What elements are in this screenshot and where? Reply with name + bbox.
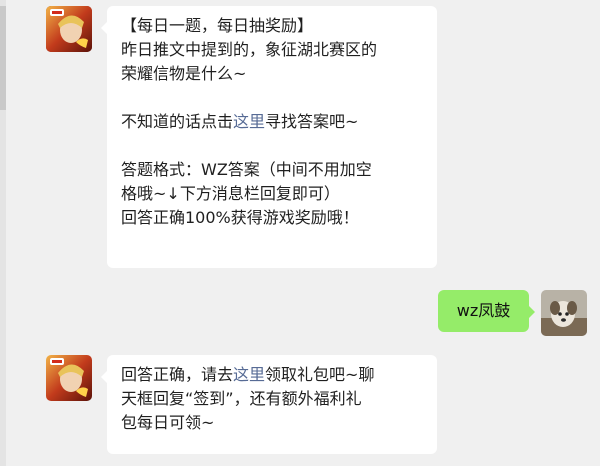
message-line: 格哦~↓下方消息栏回复即可） [121,184,340,203]
message-text: 寻找答案吧~ [265,112,359,131]
message-bubble-question: 【每日一题，每日抽奖励】 昨日推文中提到的，象征湖北赛区的 荣耀信物是什么~ 不… [101,6,437,268]
message-bubble-answer: wz凤鼓 [438,290,535,332]
message-line: 包每日可领~ [121,413,215,432]
message-text: 不知道的话点击 [121,112,234,131]
scrollbar-track[interactable] [0,0,6,466]
message-line-with-link: 回答正确，请去这里领取礼包吧~聊 [121,363,423,387]
message-line: 答题格式：WZ答案（中间不用加空 [121,160,372,179]
here-link[interactable]: 这里 [233,112,265,131]
user-avatar-icon[interactable] [541,290,587,336]
here-link[interactable]: 这里 [233,365,265,384]
message-line-with-link: 不知道的话点击这里寻找答案吧~ [121,110,423,134]
message-line: 昨日推文中提到的，象征湖北赛区的 [121,40,378,59]
message-bubble-reward: 回答正确，请去这里领取礼包吧~聊 天框回复“签到”，还有额外福利礼 包每日可领~ [101,355,437,454]
message-line: 荣耀信物是什么~ [121,64,247,83]
message-line: 回答正确100%获得游戏奖励哦！ [121,208,359,227]
message-line: 【每日一题，每日抽奖励】 [121,16,314,35]
scrollbar-thumb[interactable] [0,6,6,110]
bot-avatar-icon[interactable] [46,355,92,401]
answer-text: wz凤鼓 [456,301,511,320]
message-text: 回答正确，请去 [121,365,234,384]
bot-avatar-icon[interactable] [46,6,92,52]
message-text: 领取礼包吧~聊 [265,365,375,384]
message-line: 天框回复“签到”，还有额外福利礼 [121,389,362,408]
